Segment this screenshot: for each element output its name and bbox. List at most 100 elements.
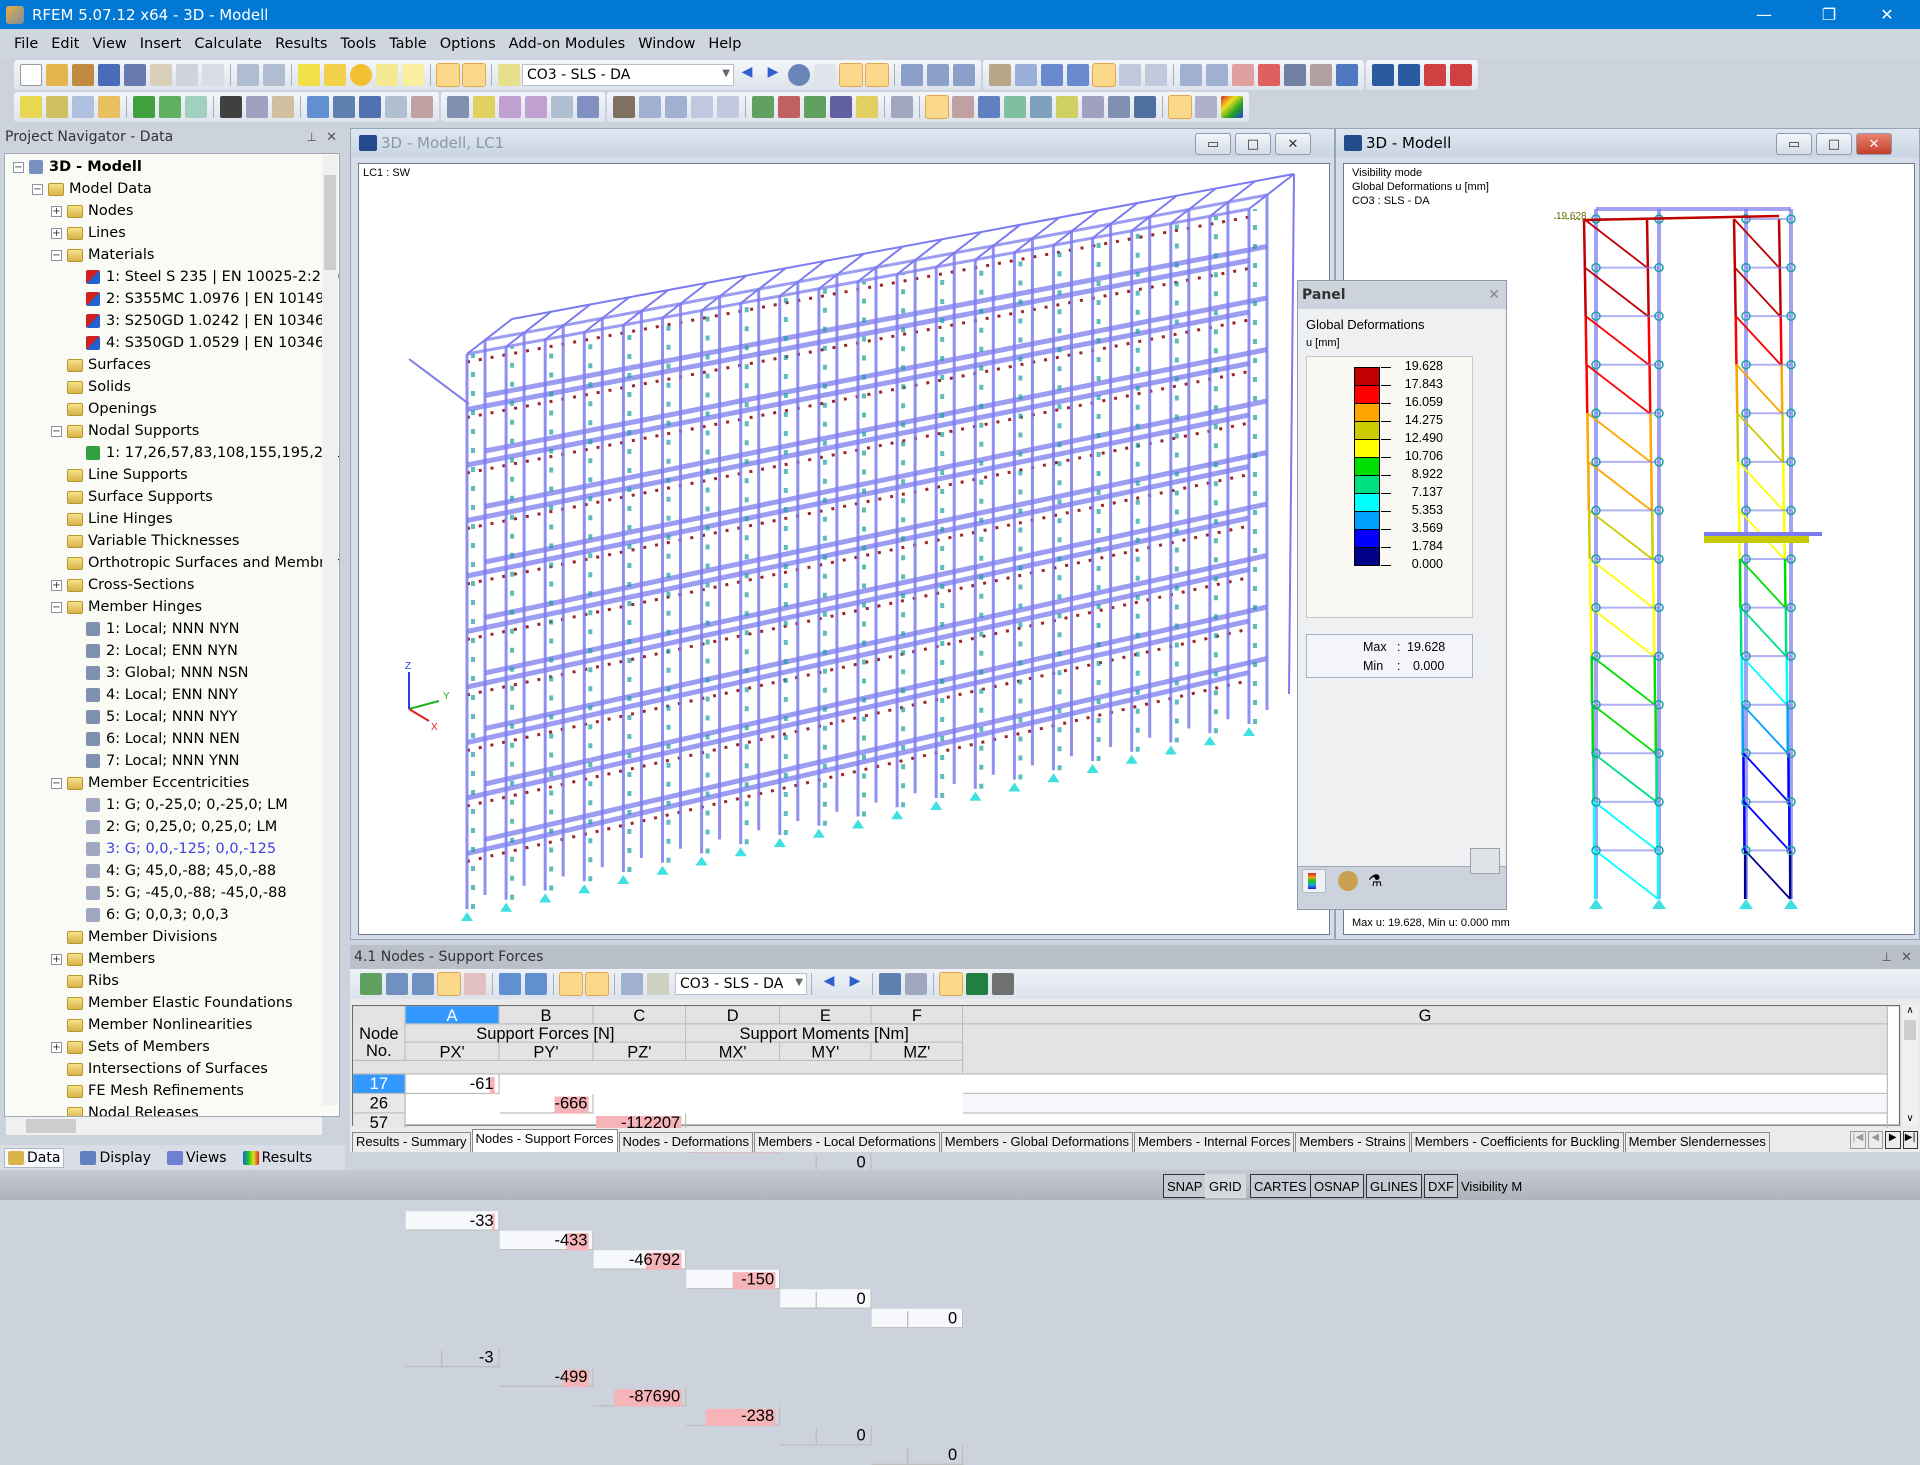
table-pin-icon[interactable]: ⊥ [1882,950,1892,964]
plane-xy-icon[interactable] [1041,64,1063,86]
dimension-line-icon[interactable] [220,96,242,118]
tab-display[interactable]: Display [80,1150,151,1166]
menu-options[interactable]: Options [440,36,496,52]
view-right-maximize-button[interactable]: □ [1816,133,1852,155]
tree-node[interactable]: Surface Supports [67,486,213,508]
new-polyline-icon[interactable] [98,96,120,118]
tree-node[interactable]: 5: G; -45,0,-88; -45,0,-88 [86,882,287,904]
select-circle-icon[interactable] [350,64,372,86]
value-cell[interactable]: -61 [406,1075,500,1095]
delete-icon[interactable] [1258,64,1280,86]
column-header-d[interactable]: D [686,1006,780,1024]
pan-icon[interactable] [613,96,635,118]
collapse-icon[interactable]: − [13,162,24,173]
panel-close-icon[interactable]: ✕ [1488,287,1500,303]
tree-node[interactable]: 2: Local; ENN NYN [86,640,238,662]
table-sync-left-icon[interactable] [560,973,582,995]
table-sync-right-icon[interactable] [586,973,608,995]
view-3d-icon[interactable] [691,96,713,118]
undo-icon[interactable] [237,64,259,86]
table-color-icon[interactable] [647,973,669,995]
minimize-button[interactable]: — [1735,0,1793,29]
load-down-icon[interactable] [1372,64,1394,86]
value-cell[interactable]: -150 [686,1270,780,1290]
measure-icon[interactable] [1180,64,1202,86]
view-right-minimize-button[interactable]: ▭ [1776,133,1812,155]
cross-section-icon[interactable] [1108,96,1130,118]
tree-node[interactable]: Intersections of Surfaces [67,1058,268,1080]
value-cell[interactable]: -666 [500,1094,594,1114]
column-header-e[interactable]: E [780,1006,872,1024]
result-sections-icon[interactable] [953,64,975,86]
table-tab[interactable]: Members - Strains [1295,1132,1409,1152]
mirror-icon[interactable] [1232,64,1254,86]
tree-node[interactable]: 5: Local; NNN NYY [86,706,238,728]
status-snap[interactable]: SNAP [1163,1174,1206,1198]
tree-node[interactable]: +Lines [51,222,126,244]
table-columns-icon[interactable] [621,973,643,995]
color-panel-icon[interactable] [1169,96,1191,118]
new-surface-icon[interactable] [307,96,329,118]
value-cell[interactable]: -238 [686,1406,780,1426]
magic-wand-icon[interactable] [1195,96,1217,118]
wireframe-icon[interactable] [926,96,948,118]
view-right-close-button[interactable]: ✕ [1856,133,1892,155]
tree-node[interactable]: Member Divisions [67,926,217,948]
excel-export-icon[interactable] [966,973,988,995]
save-icon[interactable] [124,64,146,86]
display-numbering-icon[interactable] [952,96,974,118]
status-grid[interactable]: GRID [1205,1174,1246,1198]
tab-last-icon[interactable]: ▶| [1903,1131,1919,1149]
legend-tab-icon[interactable] [1302,869,1326,893]
column-header-g[interactable]: G [963,1006,1888,1024]
tree-node[interactable]: Member Elastic Foundations [67,992,293,1014]
menu-table[interactable]: Table [389,36,427,52]
table-filter-icon[interactable] [879,973,901,995]
select-polygon-icon[interactable] [298,64,320,86]
navigator-toggle-icon[interactable] [437,64,459,86]
comment-icon[interactable] [246,96,268,118]
table-tab[interactable]: Member Slendernesses [1625,1132,1770,1152]
tree-node[interactable]: 1: Local; NNN NYN [86,618,240,640]
new-opening-icon[interactable] [333,96,355,118]
tree-node[interactable]: 4: Local; ENN NNY [86,684,238,706]
tree-node[interactable]: Ribs [67,970,119,992]
table-previous-icon[interactable]: ◀ [818,973,840,995]
notes-icon[interactable] [150,64,172,86]
tree-node[interactable]: Line Hinges [67,508,173,530]
table-import-icon[interactable] [499,973,521,995]
table-tab[interactable]: Results - Summary [352,1132,471,1152]
values-on-icon[interactable] [866,64,888,86]
next-icon[interactable]: ▶ [762,64,784,86]
view-x-icon[interactable] [752,96,774,118]
value-cell[interactable]: -87690 [594,1387,687,1407]
tab-results[interactable]: Results [243,1150,313,1166]
table-close-icon[interactable]: ✕ [1901,950,1912,965]
result-diagram-icon[interactable] [927,64,949,86]
table-toggle-icon[interactable] [463,64,485,86]
view-minus-x-icon[interactable] [830,96,852,118]
status-osnap[interactable]: OSNAP [1310,1174,1364,1198]
show-results-icon[interactable] [788,64,810,86]
tree-node[interactable]: 7: Local; NNN YNN [86,750,240,772]
window-icon[interactable] [402,64,424,86]
table-layout-icon[interactable] [1134,96,1156,118]
tree-node[interactable]: 4: S350GD 1.0529 | EN 10346:200 [86,332,340,354]
cabinet-icon[interactable] [98,64,120,86]
select-ellipse-icon[interactable] [324,64,346,86]
column-header-c[interactable]: C [594,1006,687,1024]
section-icon[interactable] [978,96,1000,118]
snap-icon[interactable] [1015,64,1037,86]
value-cell[interactable]: 0 [872,1445,964,1465]
tree-node[interactable]: Nodal Releases [67,1102,199,1117]
calculate-icon[interactable] [1284,64,1306,86]
new-solid-icon[interactable] [359,96,381,118]
tree-node[interactable]: Orthotropic Surfaces and Membrane [67,552,340,574]
column-header-f[interactable]: F [872,1006,964,1024]
select-filter-icon[interactable] [1056,96,1078,118]
collapse-icon[interactable]: − [51,778,62,789]
expand-icon[interactable]: + [51,228,62,239]
tree-node[interactable]: −Materials [51,244,154,266]
table-tab[interactable]: Nodes - Deformations [619,1132,753,1152]
tree-node[interactable]: −Nodal Supports [51,420,199,442]
